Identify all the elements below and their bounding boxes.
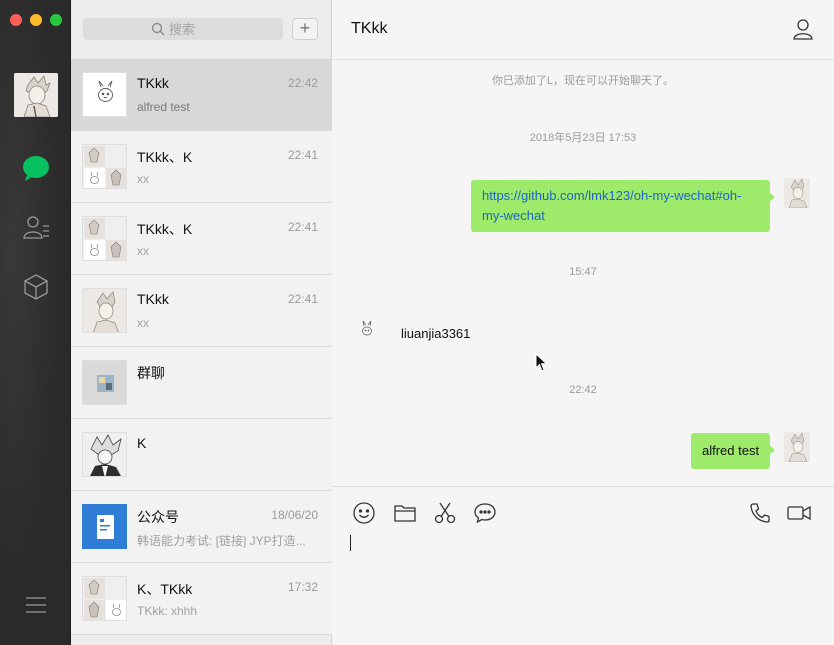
minimize-window-button[interactable] xyxy=(30,14,42,26)
chat-title: TKkk xyxy=(351,20,388,37)
chat-pane: TKkk 你已添加了L，现在可以开始聊天了。 2018年5月23日 17:53 … xyxy=(332,0,834,645)
conversation-name: 群聊 xyxy=(137,365,165,381)
conversation-name: TKkk、K xyxy=(137,221,193,237)
outgoing-message-bubble[interactable]: https://github.com/lmk123/oh-my-wechat#o… xyxy=(471,180,775,232)
timestamp: 15:47 xyxy=(569,266,597,278)
conversation-preview: xx xyxy=(137,316,149,330)
add-chat-button[interactable]: + xyxy=(292,18,318,40)
my-avatar[interactable] xyxy=(14,73,58,117)
contacts-icon[interactable] xyxy=(21,212,51,242)
conversation-item[interactable]: K xyxy=(71,419,332,491)
conversation-item[interactable]: TKkk 22:42 alfred test xyxy=(71,59,332,131)
outgoing-message-text: alfred test xyxy=(702,443,760,458)
conversation-time: 18/06/20 xyxy=(271,508,318,522)
conversation-preview: 韩语能力考试: [链接] JYP打造... xyxy=(137,534,306,548)
conversation-list: TKkk 22:42 alfred test TKkk、K 22:41 xx T… xyxy=(71,59,332,635)
conversation-name: TKkk xyxy=(137,291,169,307)
conversation-time: 22:42 xyxy=(287,76,318,90)
conversation-name: TKkk、K xyxy=(137,149,193,165)
mouse-cursor-icon xyxy=(535,353,548,372)
conversation-avatar xyxy=(82,288,127,333)
message-link[interactable]: https://github.com/lmk123/oh-my-wechat#o… xyxy=(482,188,741,223)
timestamp: 2018年5月23日 17:53 xyxy=(529,132,637,144)
emoji-icon[interactable] xyxy=(352,501,376,525)
conversation-name: TKkk xyxy=(137,75,169,91)
conversation-item[interactable]: K、TKkk 17:32 TKkk: xhhh xyxy=(71,563,332,635)
sidebar xyxy=(0,0,71,645)
conversation-item[interactable]: 群聊 xyxy=(71,347,332,419)
search-icon xyxy=(151,22,165,36)
group-avatar xyxy=(82,216,127,261)
close-window-button[interactable] xyxy=(10,14,22,26)
chat-header: TKkk xyxy=(332,0,834,60)
outgoing-message-bubble[interactable]: alfred test xyxy=(691,433,776,469)
conversation-preview: xx xyxy=(137,244,149,258)
contact-message-avatar[interactable] xyxy=(354,318,380,344)
conversation-name: K xyxy=(137,435,147,451)
video-icon[interactable] xyxy=(786,501,812,525)
conversation-preview: xx xyxy=(137,172,149,186)
text-caret xyxy=(350,535,351,551)
conversation-time: 17:32 xyxy=(287,580,318,594)
incoming-message-text[interactable]: liuanjia3361 xyxy=(401,326,470,341)
conversation-preview: TKkk: xhhh xyxy=(137,604,198,618)
official-accounts-icon xyxy=(82,504,127,549)
conversation-name: 公众号 xyxy=(137,509,179,525)
conversation-name: K、TKkk xyxy=(137,581,193,597)
scissors-icon[interactable] xyxy=(433,501,457,525)
my-message-avatar[interactable] xyxy=(784,178,810,208)
conversation-avatar xyxy=(82,432,127,477)
chat-icon[interactable] xyxy=(21,153,51,183)
conversation-avatar xyxy=(82,72,127,117)
group-chat-avatar xyxy=(82,360,127,405)
conversation-item[interactable]: TKkk、K 22:41 xx xyxy=(71,131,332,203)
zoom-window-button[interactable] xyxy=(50,14,62,26)
conversation-time: 22:41 xyxy=(287,220,318,234)
conversation-item[interactable]: TKkk 22:41 xx xyxy=(71,275,332,347)
message-input[interactable] xyxy=(332,527,834,645)
conversation-time: 22:41 xyxy=(287,292,318,306)
conversation-item[interactable]: 公众号 18/06/20 韩语能力考试: [链接] JYP打造... xyxy=(71,491,332,563)
system-notice: 你已添加了L，现在可以开始聊天了。 xyxy=(491,75,675,87)
conversation-time: 22:41 xyxy=(287,148,318,162)
folder-icon[interactable] xyxy=(393,501,417,525)
menu-icon[interactable] xyxy=(21,590,51,620)
favorites-icon[interactable] xyxy=(21,272,51,302)
group-avatar xyxy=(82,144,127,189)
group-avatar xyxy=(82,576,127,621)
search-input[interactable] xyxy=(169,20,269,38)
conversation-preview: alfred test xyxy=(137,100,190,114)
profile-icon[interactable] xyxy=(792,18,814,40)
timestamp: 22:42 xyxy=(569,384,597,396)
search-box[interactable] xyxy=(83,18,283,40)
my-message-avatar[interactable] xyxy=(784,432,810,462)
conversation-item[interactable]: TKkk、K 22:41 xx xyxy=(71,203,332,275)
conversation-list-pane: + TKkk 22:42 alfred test xyxy=(71,0,332,645)
chat-bubble-icon[interactable] xyxy=(473,501,497,525)
phone-icon[interactable] xyxy=(748,501,772,525)
